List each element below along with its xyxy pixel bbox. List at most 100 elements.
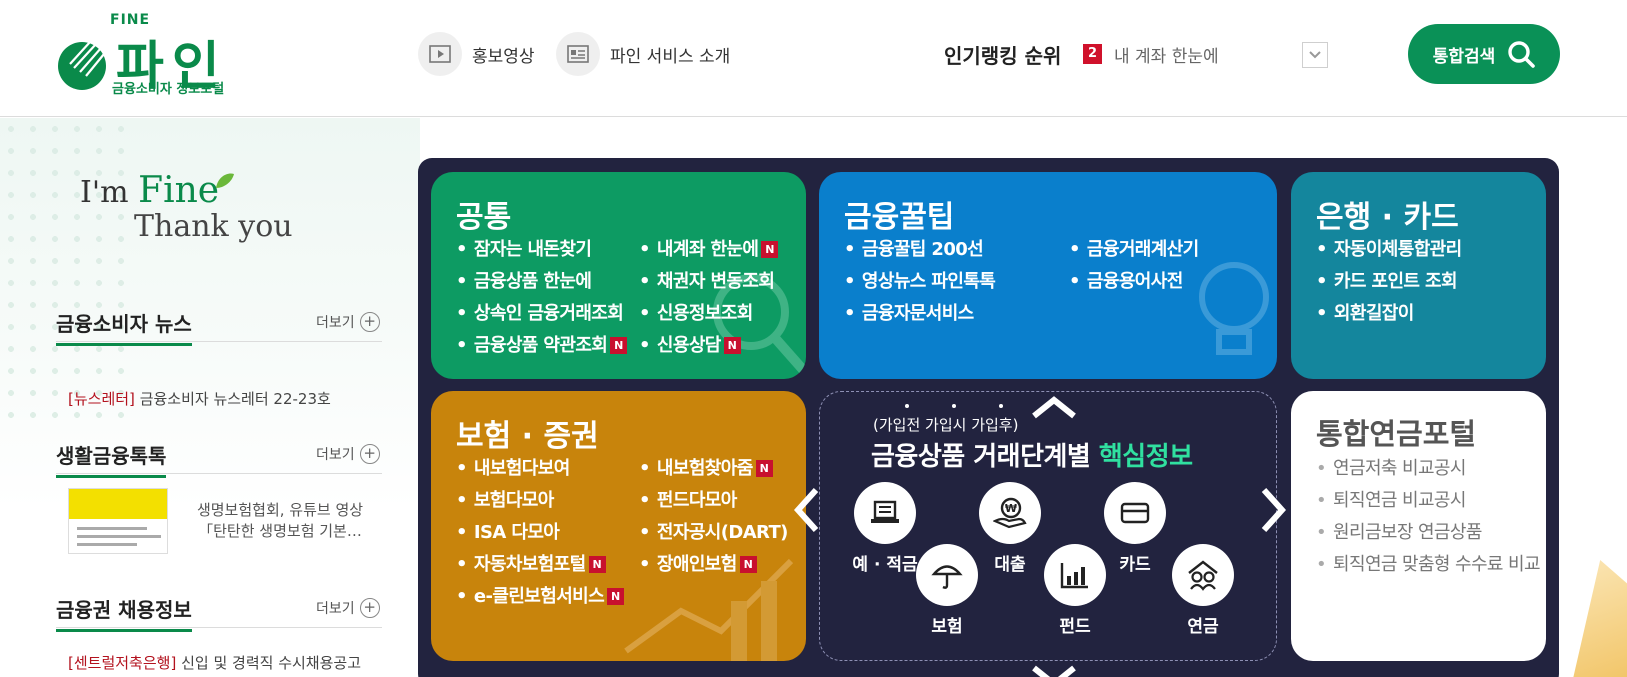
link-item[interactable]: 영상뉴스 파인톡톡 [844, 266, 996, 298]
promo-video-link[interactable]: 홍보영상 [418, 32, 535, 76]
link-item[interactable]: 연금저축 비교공시 [1316, 453, 1540, 485]
link-item[interactable]: 신용상담N [639, 330, 778, 362]
video-article-link[interactable]: 생명보험협회, 유튜브 영상 「탄탄한 생명보험 기본… [190, 500, 370, 542]
link-item[interactable]: 자동차보험포털N [456, 549, 624, 581]
promo-video-label: 홍보영상 [472, 46, 535, 67]
slogan-im: I'm [80, 175, 129, 210]
stage-item-insurance[interactable]: 보험 [902, 544, 992, 637]
link-item[interactable]: 금융꿀팁 200선 [844, 234, 995, 266]
ranking-number-badge: 2 [1083, 44, 1102, 64]
divider [56, 341, 382, 342]
logo-ball-icon [58, 41, 106, 90]
link-item[interactable]: 카드 포인트 조회 [1316, 266, 1462, 298]
link-item[interactable]: 퇴직연금 맞춤형 수수료 비교 [1316, 549, 1540, 581]
stage-title: 금융상품 거래단계별 핵심정보 [871, 436, 1193, 473]
logo-subtitle: 금융소비자 정보포털 [112, 82, 225, 97]
link-item[interactable]: 금융자문서비스 [844, 298, 995, 330]
ranking-item-link[interactable]: 내 계좌 한눈에 [1114, 42, 1219, 67]
up-arrow-button[interactable] [1030, 380, 1078, 431]
link-item[interactable]: 금융상품 한눈에 [456, 266, 627, 298]
link-item[interactable]: 내보험다보여 [456, 453, 624, 485]
elderly-couple-icon [1172, 544, 1234, 606]
card-pension-title: 통합연금포털 [1316, 417, 1477, 451]
slogan-fine: Fine [138, 170, 220, 211]
link-item[interactable]: 펀드다모아 [639, 485, 788, 517]
news-item[interactable]: [뉴스레터] 금융소비자 뉴스레터 22-23호 [68, 388, 331, 409]
play-icon [418, 32, 462, 76]
link-item[interactable]: 전자공시(DART) [639, 517, 789, 549]
search-icon [1508, 41, 1536, 68]
stage-item-pension[interactable]: 연금 [1158, 544, 1248, 637]
card-tip-list-2: 금융거래계산기 금융용어사전 [1069, 234, 1199, 298]
stage-dot [999, 404, 1003, 408]
video-thumbnail[interactable] [68, 488, 168, 554]
news-item-tag: [뉴스레터] [68, 390, 135, 408]
card-transaction-stage: (가입전 가입시 가입후) 금융상품 거래단계별 핵심정보 예 · 적금 ₩ 대… [819, 391, 1277, 661]
link-item[interactable]: ISA 다모아 [456, 517, 624, 549]
link-item[interactable]: 내보험찾아줌N [639, 453, 788, 485]
new-badge: N [761, 241, 779, 258]
new-badge: N [607, 588, 625, 605]
stage-item-label: 연금 [1187, 617, 1219, 637]
chevron-left-icon [793, 487, 819, 533]
link-item[interactable]: 채권자 변동조회 [639, 266, 778, 298]
link-item[interactable]: 보험다모아 [456, 485, 624, 517]
link-item[interactable]: 신용정보조회 [639, 298, 778, 330]
card-bank-list: 자동이체통합관리 카드 포인트 조회 외환길잡이 [1316, 234, 1462, 330]
prev-arrow-button[interactable] [793, 486, 820, 545]
link-item[interactable]: 금융거래계산기 [1069, 234, 1199, 266]
service-intro-link[interactable]: 파인 서비스 소개 [556, 32, 730, 76]
service-panel: 공통 잠자는 내돈찾기 금융상품 한눈에 상속인 금융거래조회 금융상품 약관조… [418, 158, 1559, 677]
life-finance-more-link[interactable]: 더보기 + [316, 444, 380, 464]
link-item[interactable]: 퇴직연금 비교공시 [1316, 485, 1540, 517]
card-common: 공통 잠자는 내돈찾기 금융상품 한눈에 상속인 금융거래조회 금융상품 약관조… [431, 172, 806, 379]
stage-item-fund[interactable]: 펀드 [1030, 544, 1120, 637]
down-arrow-button[interactable] [1030, 648, 1078, 677]
bar-chart-icon [1044, 544, 1106, 606]
link-item[interactable]: 외환길잡이 [1316, 298, 1462, 330]
money-hand-icon: ₩ [979, 482, 1041, 544]
card-integrated-pension: 통합연금포털 연금저축 비교공시 퇴직연금 비교공시 원리금보장 연금상품 퇴직… [1291, 391, 1546, 661]
link-item[interactable]: 금융상품 약관조회N [456, 330, 628, 362]
fine-logo[interactable]: FINE 파인 금융소비자 정보포털 [56, 10, 236, 100]
job-item[interactable]: [센트럴저축은행] 신입 및 경력직 수시채용공고 [68, 652, 361, 673]
stage-dot [905, 404, 909, 408]
link-item[interactable]: 장애인보험N [639, 549, 788, 581]
consumer-news-more-link[interactable]: 더보기 + [316, 312, 380, 332]
card-finance-tip: 금융꿀팁 금융꿀팁 200선 영상뉴스 파인톡톡 금융자문서비스 금융거래계산기… [819, 172, 1277, 379]
site-header: FINE 파인 금융소비자 정보포털 홍보영상 파인 서비스 소개 인기랭킹 순… [0, 0, 1627, 117]
new-badge: N [739, 556, 757, 573]
link-item-label: 금융상품 약관조회 [473, 335, 608, 356]
ranking-dropdown-button[interactable] [1302, 42, 1328, 68]
corner-decoration [1573, 560, 1627, 677]
divider [56, 627, 382, 628]
slogan-thanks: Thank you [134, 209, 293, 244]
link-item[interactable]: 금융용어사전 [1069, 266, 1199, 298]
chevron-down-icon [1032, 665, 1076, 677]
link-item-label: 자동차보험포털 [473, 554, 586, 575]
link-item[interactable]: e-클린보험서비스N [456, 581, 625, 613]
stage-dot [952, 404, 956, 408]
more-label: 더보기 [316, 447, 355, 463]
link-item[interactable]: 잠자는 내돈찾기 [456, 234, 627, 266]
integrated-search-button[interactable]: 통합검색 [1408, 24, 1560, 84]
link-item[interactable]: 원리금보장 연금상품 [1316, 517, 1540, 549]
link-item[interactable]: 상속인 금융거래조회 [456, 298, 627, 330]
divider [56, 473, 382, 474]
job-item-tag: [센트럴저축은행] [68, 654, 177, 672]
credit-card-icon [1104, 482, 1166, 544]
umbrella-icon [916, 544, 978, 606]
card-common-list-1: 잠자는 내돈찾기 금융상품 한눈에 상속인 금융거래조회 금융상품 약관조회N [456, 234, 628, 362]
card-insurance-title: 보험 · 증권 [456, 419, 599, 454]
plus-icon: + [359, 444, 380, 464]
stage-title-highlight: 핵심정보 [1098, 442, 1193, 472]
card-tip-list-1: 금융꿀팁 200선 영상뉴스 파인톡톡 금융자문서비스 [844, 234, 996, 330]
link-item-label: 신용상담 [656, 335, 721, 356]
link-item[interactable]: 자동이체통합관리 [1316, 234, 1462, 266]
link-item[interactable]: 내계좌 한눈에N [639, 234, 779, 266]
jobs-more-link[interactable]: 더보기 + [316, 598, 380, 618]
stage-item-label: 펀드 [1059, 617, 1091, 637]
next-arrow-button[interactable] [1260, 486, 1287, 545]
slogan: I'm Fine Thank you [80, 170, 293, 244]
new-badge: N [610, 337, 628, 354]
